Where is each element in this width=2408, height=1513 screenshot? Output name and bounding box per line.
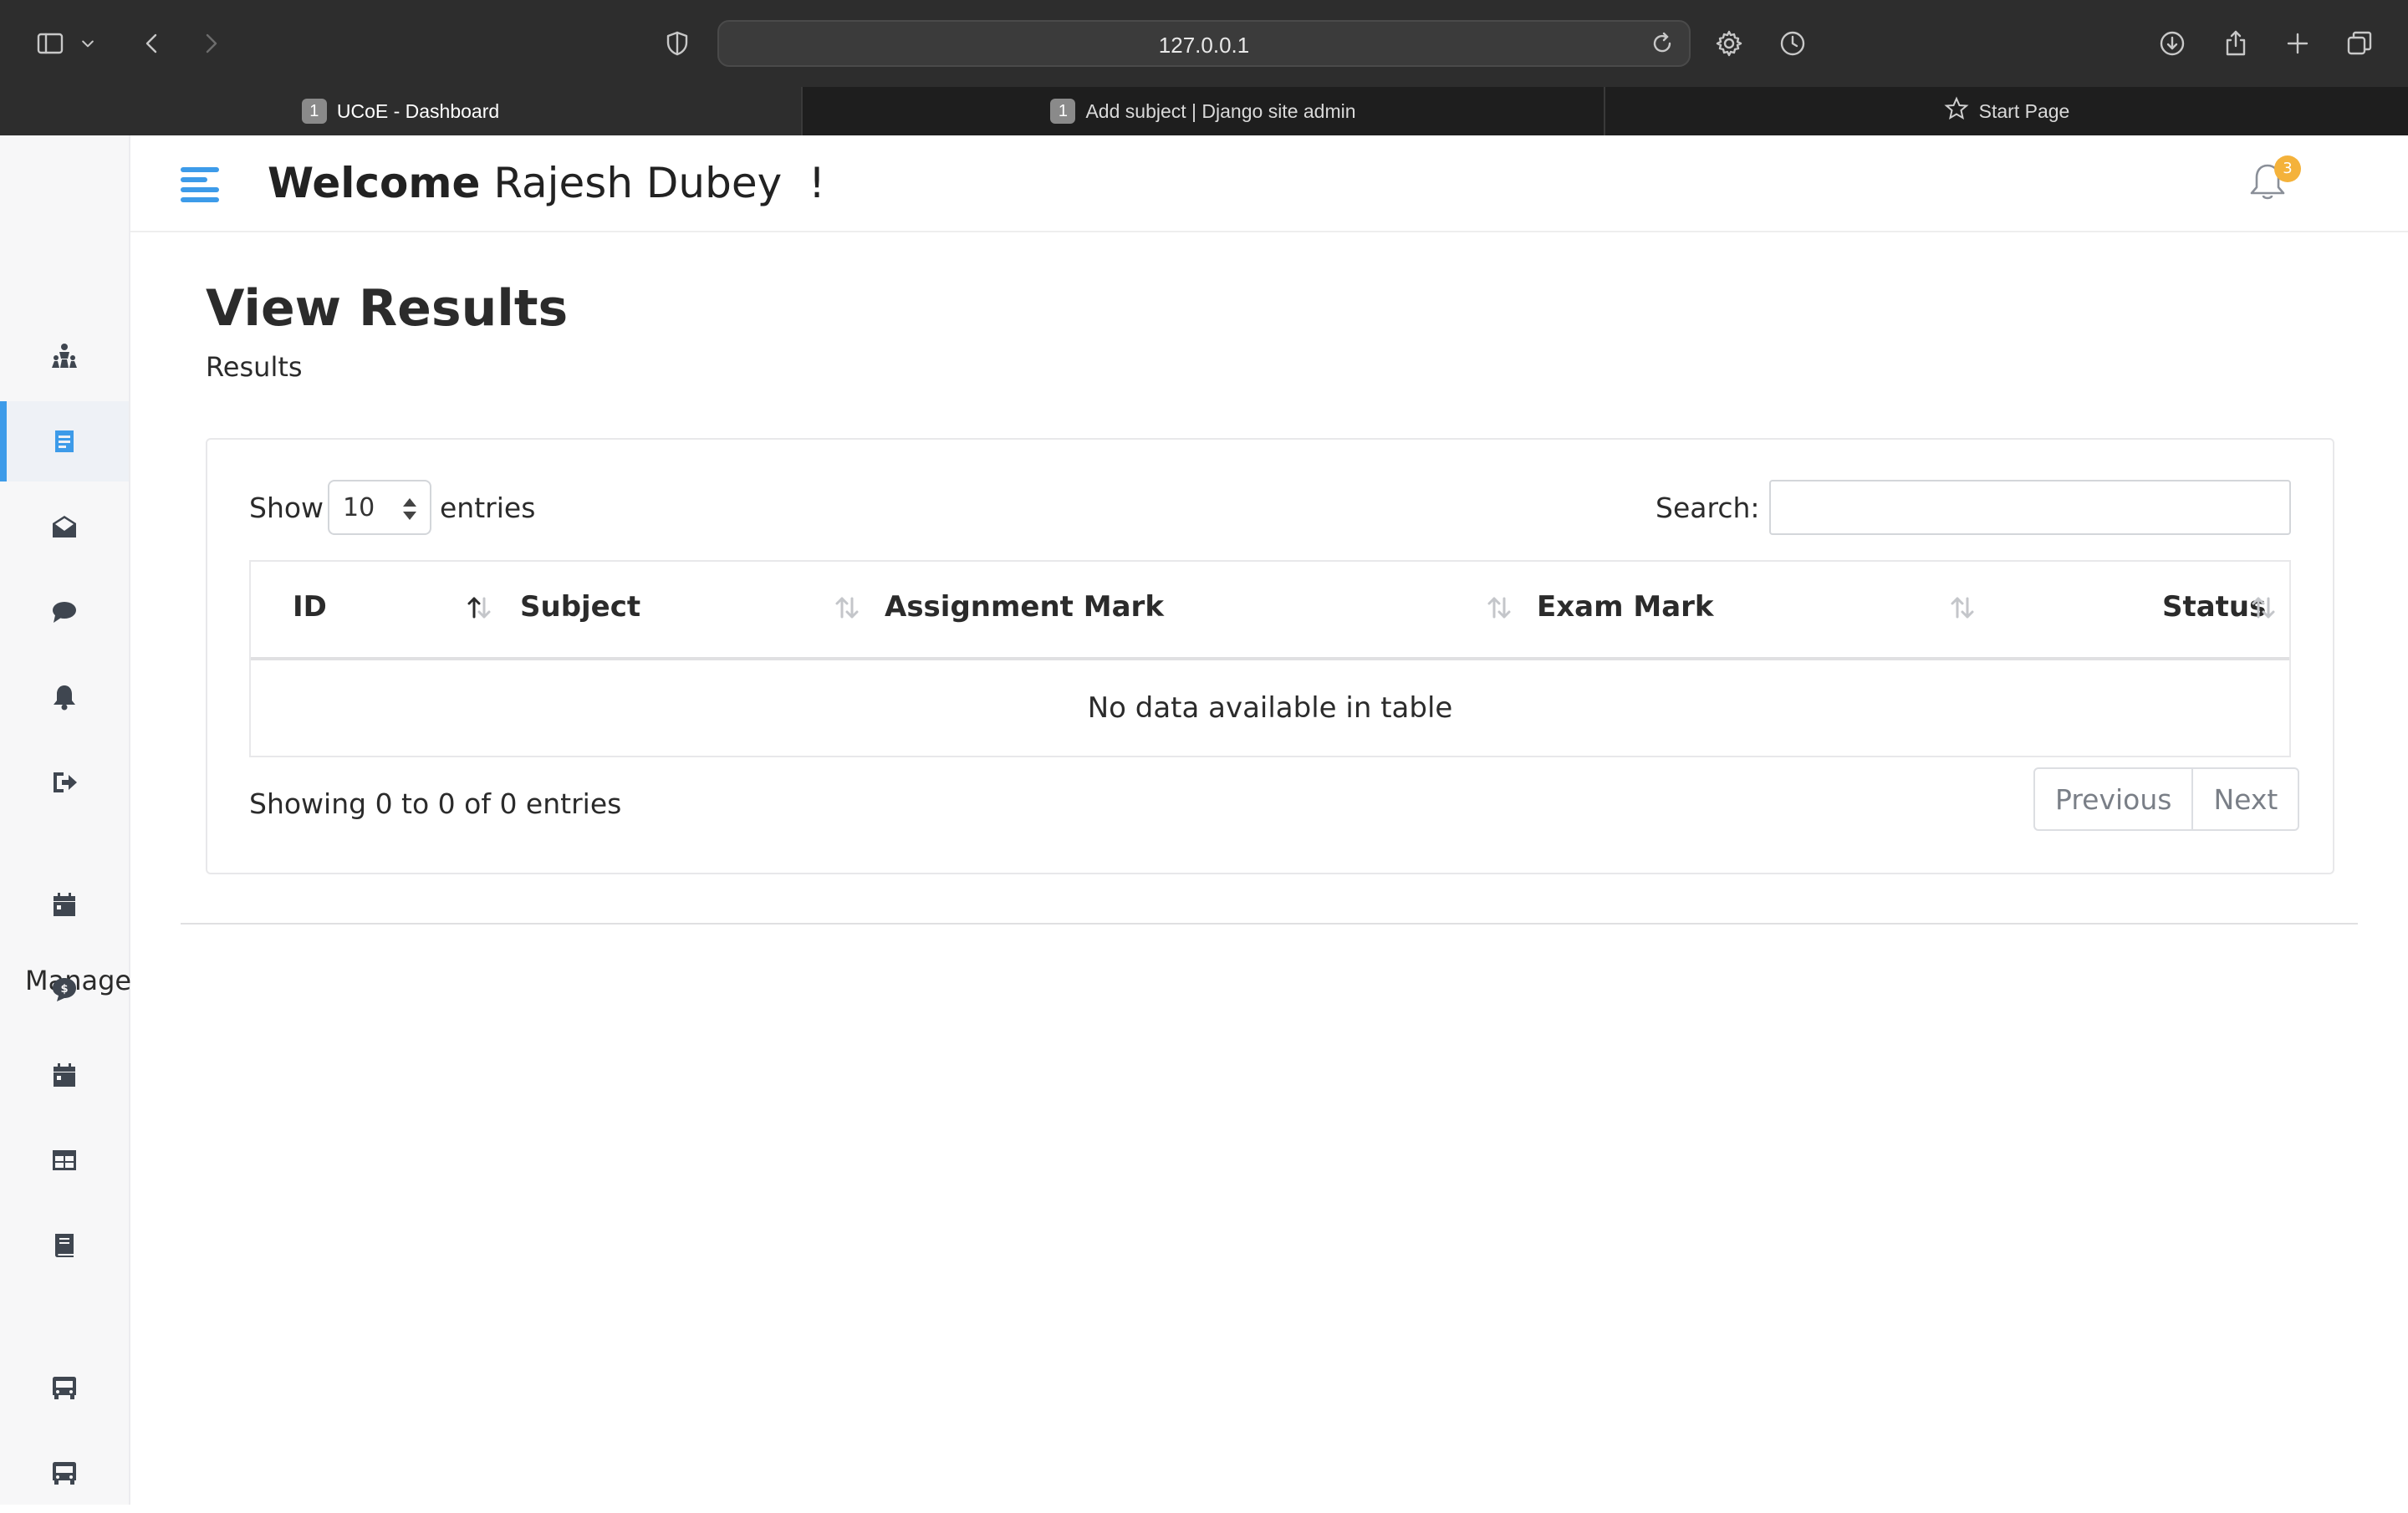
browser-toolbar: 127.0.0.1 <box>0 0 2408 87</box>
sort-icon[interactable] <box>1948 593 1977 622</box>
sidebar-item-timetable[interactable] <box>0 1120 129 1200</box>
forward-icon[interactable] <box>189 22 232 65</box>
show-label: Show <box>249 492 324 524</box>
sidebar-toggle-icon[interactable] <box>28 22 72 65</box>
tab-title: UCoE - Dashboard <box>336 99 500 122</box>
tab-badge: 1 <box>1050 99 1076 124</box>
chat-bubble-icon <box>53 602 76 623</box>
app-header: Welcome Rajesh Dubey ! 3 <box>130 135 2408 232</box>
sidebar-item-notifications[interactable] <box>0 657 129 737</box>
footer-divider <box>181 923 2358 925</box>
sidebar-item-transport-2[interactable] <box>0 1433 129 1513</box>
notification-count-badge: 3 <box>2274 155 2301 182</box>
sidebar-item-mail[interactable] <box>0 487 129 567</box>
sidebar-item-calendar[interactable] <box>0 864 129 945</box>
sidebar-item-transport[interactable] <box>0 1347 129 1428</box>
star-icon <box>1944 96 1969 126</box>
sidebar-item-fees[interactable]: $ <box>0 950 129 1030</box>
sort-icon[interactable] <box>465 593 493 622</box>
book-icon <box>55 1234 74 1257</box>
dashboard-people-icon <box>52 344 77 368</box>
previous-button[interactable]: Previous <box>2035 769 2191 829</box>
address-bar[interactable]: 127.0.0.1 <box>717 20 1691 67</box>
sort-icon[interactable] <box>833 593 861 622</box>
welcome-message: Welcome Rajesh Dubey ! <box>268 159 825 207</box>
user-name: Rajesh Dubey ! <box>493 159 826 207</box>
tab-ucoe-dashboard[interactable]: 1 UCoE - Dashboard <box>0 87 801 135</box>
privacy-shield-icon[interactable] <box>656 22 699 65</box>
url-text: 127.0.0.1 <box>1158 33 1250 58</box>
column-header-subject[interactable]: Subject <box>520 590 640 624</box>
envelope-icon <box>53 516 76 537</box>
bell-icon <box>54 685 75 711</box>
column-header-assignment-mark[interactable]: Assignment Mark <box>885 590 1164 624</box>
tab-title: Start Page <box>1978 99 2070 122</box>
sidebar-item-chat[interactable] <box>0 572 129 652</box>
history-clock-icon[interactable] <box>1771 22 1814 65</box>
column-header-id[interactable]: ID <box>293 590 327 624</box>
sidebar-item-results[interactable] <box>0 401 129 481</box>
page-title: View Results <box>206 279 569 338</box>
entries-select-value: 10 <box>343 493 375 522</box>
table-header-row: ID Subject Assignment Mark Exam Mark Sta… <box>251 562 2289 660</box>
empty-table-message: No data available in table <box>1087 691 1453 725</box>
sort-icon[interactable] <box>2249 593 2278 622</box>
search-input[interactable] <box>1769 480 2291 535</box>
search-label: Search: <box>1656 492 1760 524</box>
svg-text:$: $ <box>60 983 68 996</box>
downloads-icon[interactable] <box>2150 22 2194 65</box>
sort-icon[interactable] <box>1485 593 1513 622</box>
logout-icon <box>54 772 77 792</box>
entries-label: entries <box>440 492 536 524</box>
table-info: Showing 0 to 0 of 0 entries <box>249 787 622 820</box>
reload-icon[interactable] <box>1649 30 1679 60</box>
next-button[interactable]: Next <box>2191 769 2298 829</box>
back-icon[interactable] <box>130 22 174 65</box>
new-tab-plus-icon[interactable] <box>2276 22 2319 65</box>
tab-start-page[interactable]: Start Page <box>1605 87 2408 135</box>
results-card: Show 10 entries Search: ID Subject Assig… <box>206 438 2334 874</box>
sidebar: Manage $ <box>0 135 131 1505</box>
tab-overview-icon[interactable] <box>2338 22 2381 65</box>
bus-icon <box>53 1377 76 1399</box>
sidebar-item-library[interactable] <box>0 1205 129 1286</box>
select-arrows-icon <box>403 497 416 522</box>
share-icon[interactable] <box>2214 22 2258 65</box>
calendar-icon <box>54 1063 75 1087</box>
chevron-down-icon[interactable] <box>75 22 100 65</box>
welcome-label: Welcome <box>268 159 481 207</box>
calendar-icon <box>54 893 75 916</box>
results-document-icon <box>55 430 74 452</box>
bus-icon <box>53 1462 76 1485</box>
pagination: Previous Next <box>2033 767 2300 831</box>
fees-dollar-icon: $ <box>53 978 76 1001</box>
column-header-exam-mark[interactable]: Exam Mark <box>1537 590 1714 624</box>
sidebar-item-logout[interactable] <box>0 742 129 823</box>
sidebar-item-events[interactable] <box>0 1035 129 1115</box>
hamburger-menu-icon[interactable] <box>181 167 219 202</box>
results-table: ID Subject Assignment Mark Exam Mark Sta… <box>249 560 2291 757</box>
table-icon <box>53 1150 76 1170</box>
tab-badge: 1 <box>301 99 327 124</box>
tab-django-admin[interactable]: 1 Add subject | Django site admin <box>803 87 1604 135</box>
sidebar-item-dashboard[interactable] <box>0 316 129 396</box>
settings-gear-icon[interactable] <box>1707 22 1751 65</box>
breadcrumb: Results <box>206 351 303 383</box>
entries-per-page-select[interactable]: 10 <box>328 480 431 535</box>
tab-title: Add subject | Django site admin <box>1085 99 1356 122</box>
